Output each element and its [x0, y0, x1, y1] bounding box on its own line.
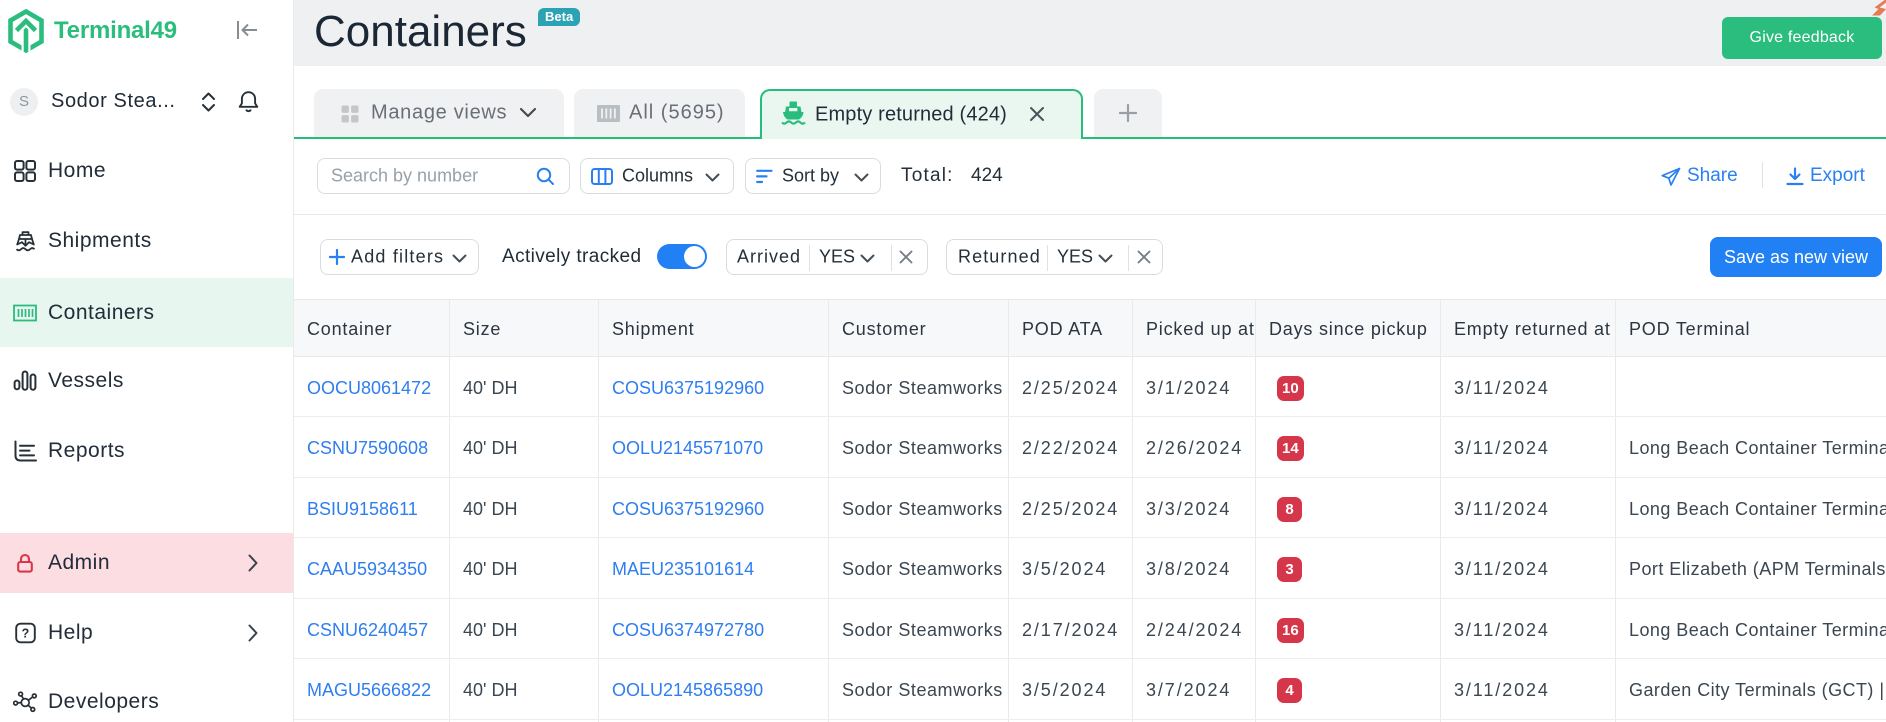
svg-text:?: ?: [22, 627, 30, 641]
